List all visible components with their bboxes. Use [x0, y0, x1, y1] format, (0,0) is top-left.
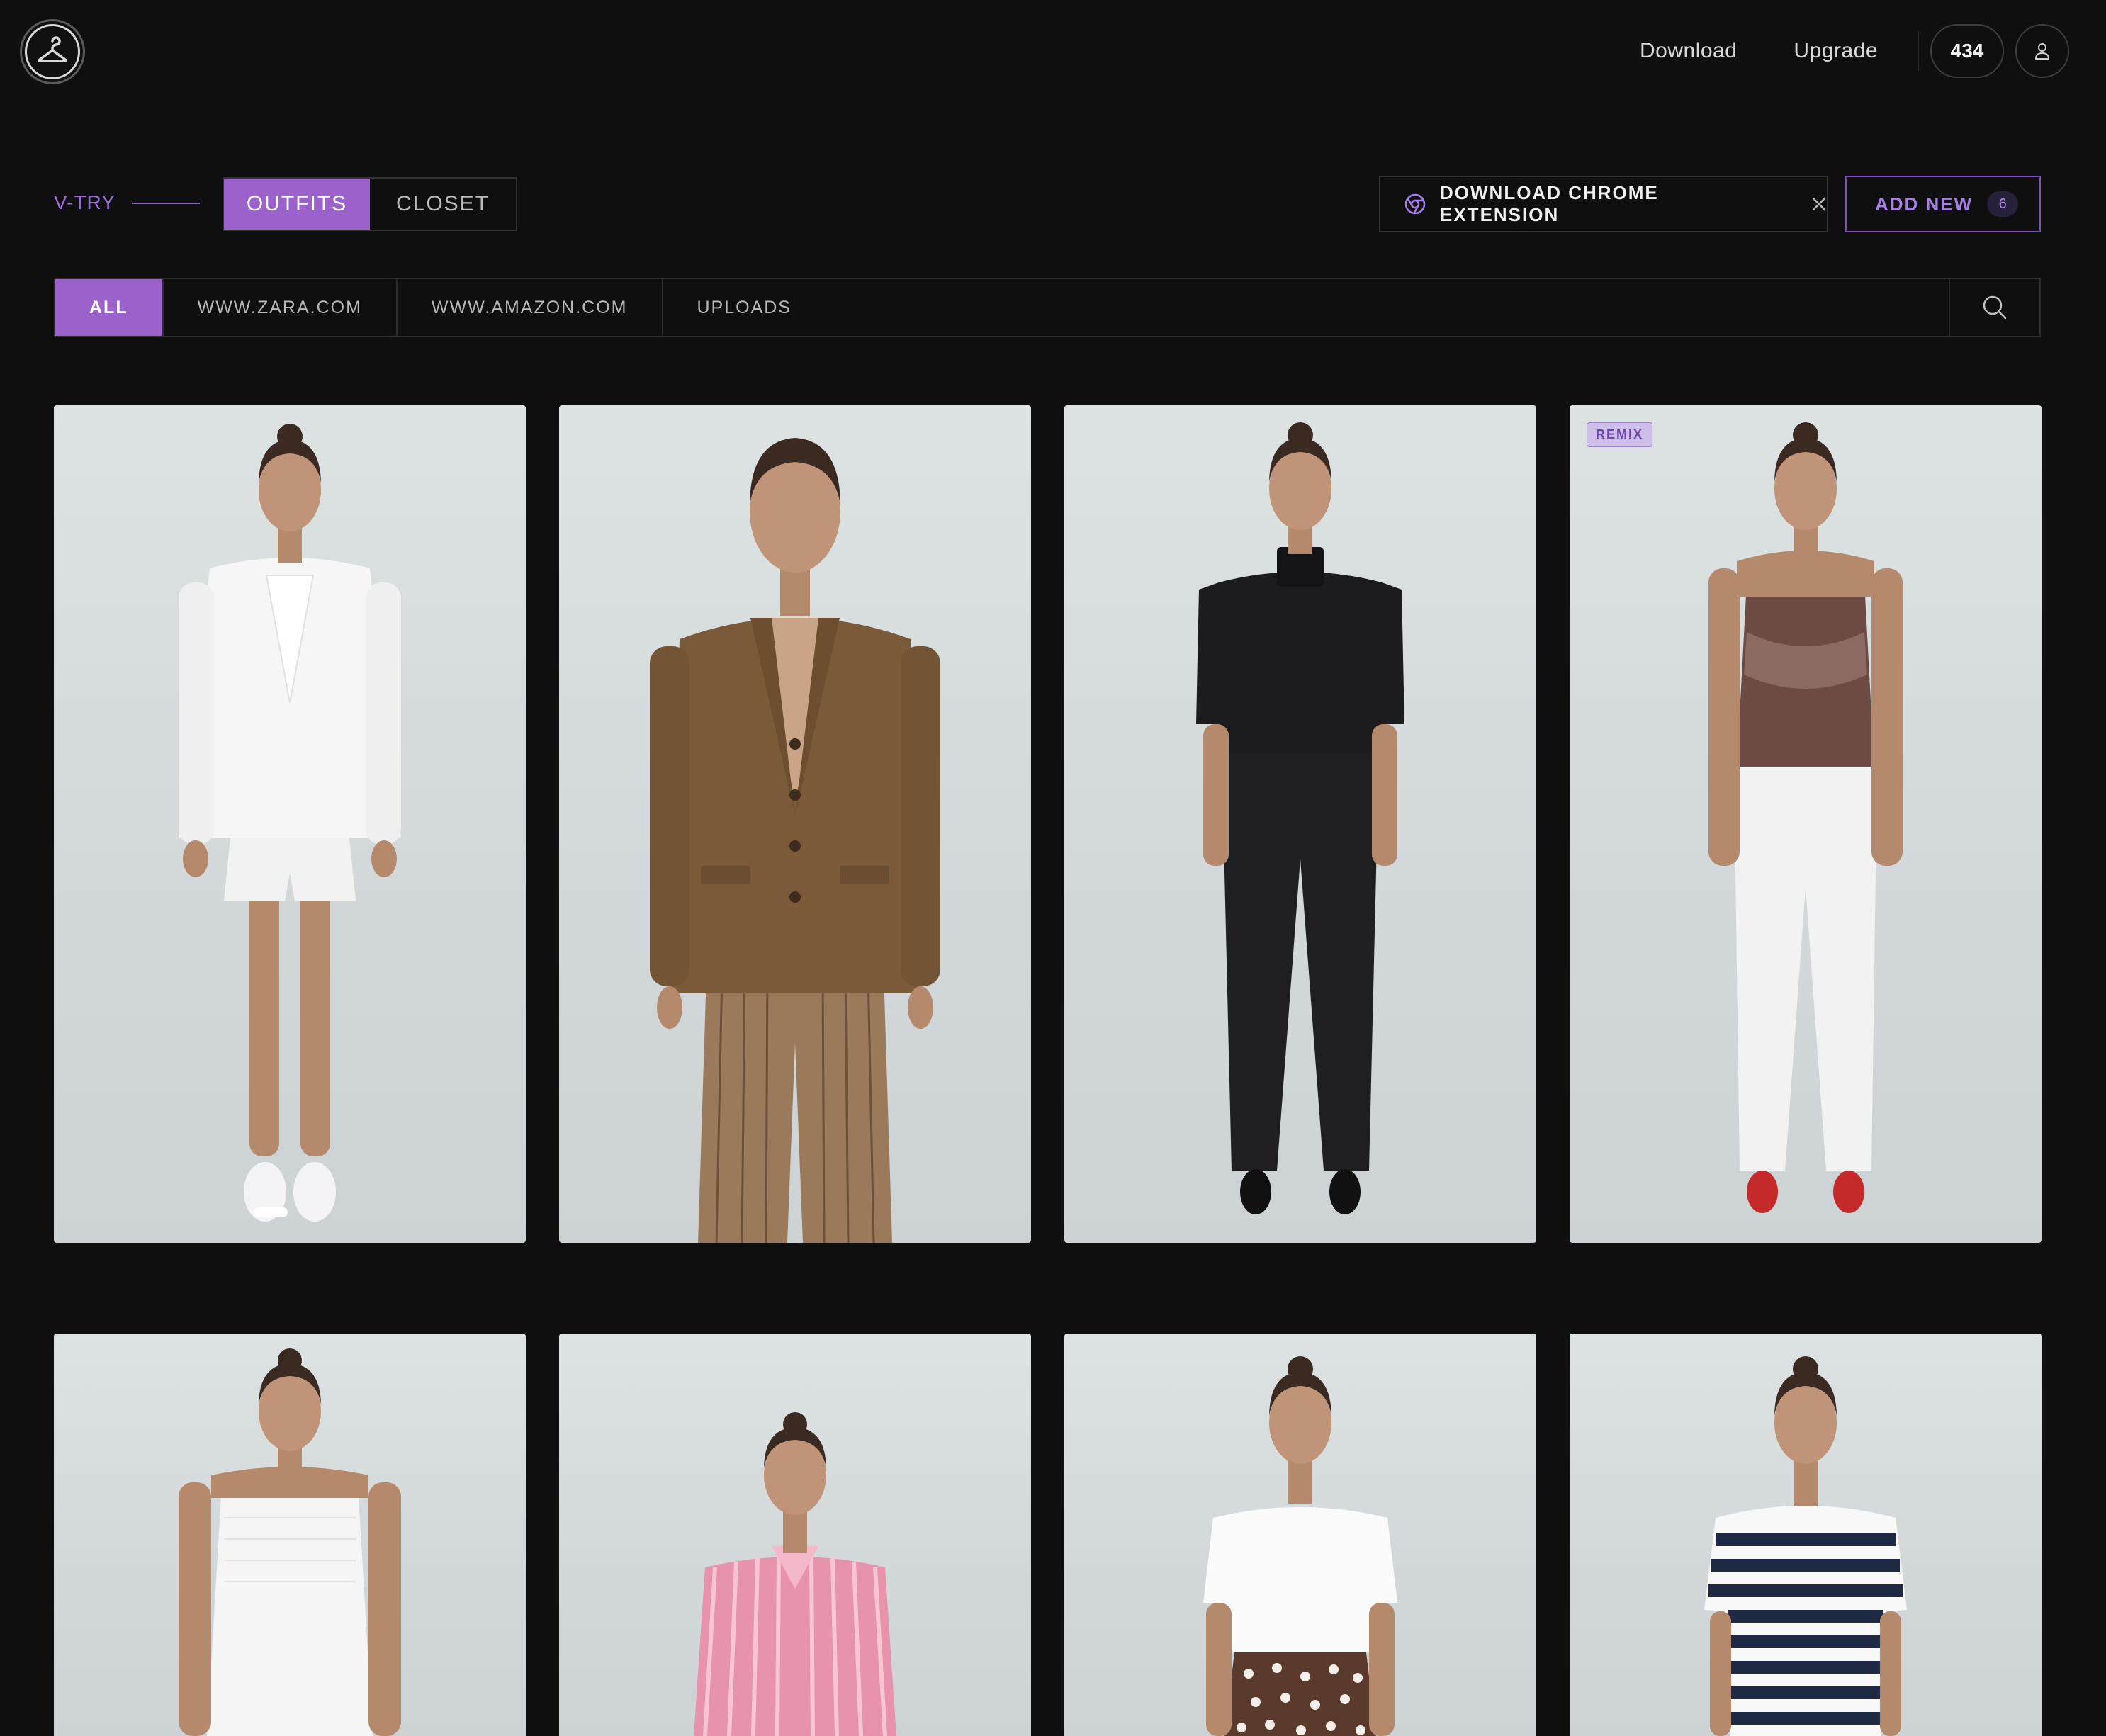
carousel-indicator[interactable] — [254, 1207, 288, 1217]
filter-zara[interactable]: WWW.ZARA.COM — [164, 279, 398, 336]
outfit-image — [179, 424, 401, 1222]
tab-closet[interactable]: CLOSET — [370, 179, 516, 230]
outfit-card[interactable]: REMIX — [1570, 405, 2042, 1243]
filter-all[interactable]: ALL — [55, 279, 164, 336]
outfit-image — [1196, 422, 1404, 1214]
logo[interactable] — [20, 19, 85, 84]
filter-amazon[interactable]: WWW.AMAZON.COM — [398, 279, 663, 336]
download-link[interactable]: Download — [1640, 39, 1737, 63]
outfit-image — [650, 438, 940, 1243]
outfit-card[interactable] — [1064, 405, 1536, 1243]
tab-outfits[interactable]: OUTFITS — [224, 179, 370, 230]
add-new-button[interactable]: ADD NEW 6 — [1845, 176, 2041, 232]
filter-spacer — [826, 279, 1949, 336]
header-divider — [1918, 31, 1919, 71]
close-icon[interactable] — [1811, 192, 1827, 216]
app-page: Download Upgrade 434 V-TRY OUTFITS CLOSE… — [0, 0, 2106, 1736]
search-icon — [1983, 295, 2007, 320]
outfit-image — [1203, 1356, 1397, 1736]
outfit-image — [1708, 422, 1903, 1213]
chrome-extension-banner[interactable]: DOWNLOAD CHROME EXTENSION — [1379, 176, 1828, 232]
outfit-card[interactable] — [54, 1334, 526, 1736]
outfit-card[interactable] — [559, 405, 1031, 1243]
brand-divider — [132, 203, 200, 204]
chrome-icon — [1403, 192, 1427, 216]
credits-badge[interactable]: 434 — [1930, 24, 2004, 78]
carousel-dot[interactable] — [254, 1207, 288, 1217]
outfit-image — [179, 1348, 401, 1736]
outfit-card[interactable] — [559, 1334, 1031, 1736]
extension-label: DOWNLOAD CHROME EXTENSION — [1440, 182, 1659, 225]
outfit-card[interactable] — [1064, 1334, 1536, 1736]
upgrade-link[interactable]: Upgrade — [1794, 39, 1878, 63]
hanger-icon — [25, 24, 80, 79]
source-filter-bar: ALL WWW.ZARA.COM WWW.AMAZON.COM UPLOADS — [54, 278, 2041, 337]
add-new-label: ADD NEW — [1875, 193, 1973, 215]
view-switcher: OUTFITS CLOSET — [223, 177, 517, 231]
add-new-count: 6 — [1987, 191, 2019, 217]
outfit-image — [1704, 1356, 1907, 1736]
filter-uploads[interactable]: UPLOADS — [663, 279, 826, 336]
header-actions: Download Upgrade 434 — [1640, 24, 2069, 78]
user-icon — [2035, 43, 2049, 60]
outfit-image — [694, 1412, 896, 1736]
remix-badge: REMIX — [1587, 422, 1653, 447]
outfit-card[interactable] — [54, 405, 526, 1243]
search-button[interactable] — [1949, 279, 2039, 336]
outfit-card[interactable] — [1570, 1334, 2042, 1736]
brand-label: V-TRY — [54, 191, 116, 213]
user-button[interactable] — [2015, 24, 2069, 78]
